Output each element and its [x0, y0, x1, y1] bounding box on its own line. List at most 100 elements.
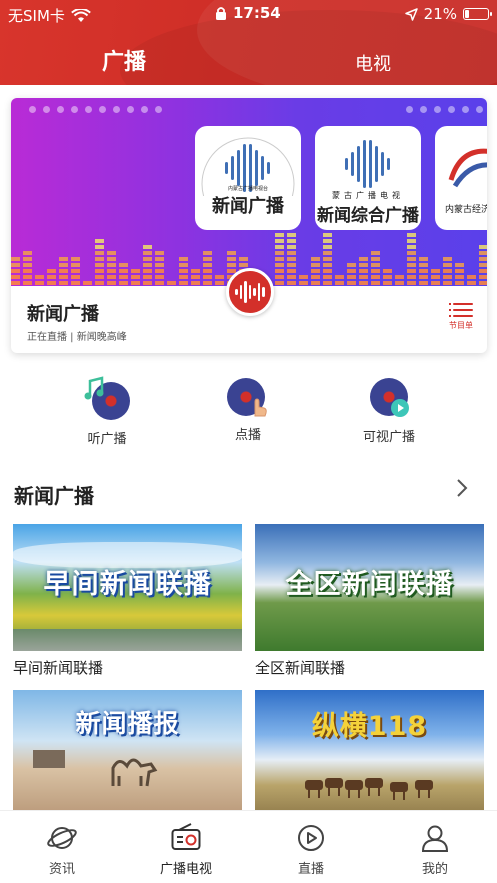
- status-time: 17:54: [233, 4, 281, 22]
- equalizer-bar: [287, 275, 296, 279]
- equalizer-bar: [431, 281, 440, 285]
- nav-item-mine[interactable]: 我的: [395, 823, 475, 877]
- tab-radio[interactable]: 广播: [102, 44, 146, 76]
- station-name: 新闻广播: [27, 304, 99, 325]
- chevron-right-icon[interactable]: [455, 478, 469, 504]
- equalizer-bar: [119, 269, 128, 273]
- equalizer-bar: [479, 245, 487, 249]
- nav-item-radio-tv[interactable]: 广播电视: [146, 823, 226, 877]
- radio-icon: [171, 823, 201, 853]
- equalizer-bar: [119, 275, 128, 279]
- program-title: 全区新闻联播: [255, 659, 346, 677]
- yurt-decoration: [33, 750, 65, 768]
- equalizer-bar: [443, 257, 452, 261]
- equalizer-bar: [119, 281, 128, 285]
- program-card-region-news[interactable]: 全区新闻联播 全区新闻联播: [255, 524, 484, 678]
- equalizer-bar: [383, 275, 392, 279]
- equalizer-bar: [371, 257, 380, 261]
- status-bar: 无SIM卡 17:54 21%: [0, 0, 497, 30]
- schedule-button[interactable]: 节目单: [447, 302, 475, 331]
- equalizer-bar: [95, 245, 104, 249]
- station-status: 正在直播 | 新闻晚高峰: [27, 332, 127, 343]
- equalizer-bar: [95, 263, 104, 267]
- equalizer-bar: [131, 269, 140, 273]
- equalizer-bar: [59, 281, 68, 285]
- equalizer-bar: [287, 257, 296, 261]
- equalizer-bar: [479, 257, 487, 261]
- equalizer-bar: [95, 251, 104, 255]
- tab-tv[interactable]: 电视: [355, 50, 391, 76]
- equalizer-bar: [35, 281, 44, 285]
- station-carousel[interactable]: 内蒙古广播电视台 新闻广播 蒙古广播电视 新闻综合广播 内蒙古经济: [11, 98, 487, 286]
- listen-radio-icon: [82, 376, 132, 420]
- nav-item-news[interactable]: 资讯: [22, 823, 102, 877]
- equalizer-bar: [239, 257, 248, 261]
- equalizer-bar: [419, 263, 428, 267]
- equalizer-bar: [275, 281, 284, 285]
- equalizer-bar: [71, 275, 80, 279]
- quick-entry-label: 点播: [234, 428, 261, 443]
- equalizer-bar: [95, 239, 104, 243]
- nav-item-live[interactable]: 直播: [271, 823, 351, 877]
- quick-entry-visual-radio[interactable]: 可视广播: [344, 376, 434, 445]
- equalizer-bar: [203, 251, 212, 255]
- town-decoration: [13, 629, 242, 651]
- equalizer-bar: [323, 251, 332, 255]
- list-icon: [449, 302, 473, 318]
- station-logo-economy[interactable]: 内蒙古经济: [435, 126, 487, 230]
- quick-entry-on-demand[interactable]: 点播: [203, 376, 293, 443]
- equalizer-bar: [407, 245, 416, 249]
- horses-icon: [305, 778, 433, 800]
- play-live-button[interactable]: [226, 268, 274, 316]
- equalizer-bar: [23, 251, 32, 255]
- equalizer-bar: [131, 275, 140, 279]
- equalizer-bar: [359, 257, 368, 261]
- equalizer-bar: [203, 281, 212, 285]
- equalizer-bar: [299, 281, 308, 285]
- station-logo-news-comprehensive[interactable]: 蒙古广播电视 新闻综合广播: [315, 126, 421, 230]
- equalizer-bar: [479, 269, 487, 273]
- nav-label: 资讯: [48, 862, 75, 877]
- equalizer-bar: [299, 275, 308, 279]
- equalizer-bar: [275, 245, 284, 249]
- equalizer-bar: [323, 263, 332, 267]
- sound-wave-logo-icon: [345, 140, 390, 188]
- equalizer-bar: [287, 245, 296, 249]
- equalizer-bar: [311, 269, 320, 273]
- equalizer-bar: [287, 263, 296, 267]
- equalizer-bar: [479, 263, 487, 267]
- equalizer-bar: [407, 239, 416, 243]
- equalizer-bar: [23, 257, 32, 261]
- equalizer-bar: [479, 251, 487, 255]
- equalizer-bar: [407, 263, 416, 267]
- equalizer-bar: [107, 257, 116, 261]
- equalizer-bar: [359, 263, 368, 267]
- equalizer-bar: [59, 275, 68, 279]
- quick-entry-label: 可视广播: [362, 430, 415, 445]
- equalizer-bar: [155, 281, 164, 285]
- equalizer-bar: [407, 251, 416, 255]
- section-title: 新闻广播: [14, 484, 94, 508]
- equalizer-bar: [155, 263, 164, 267]
- equalizer-bar: [455, 275, 464, 279]
- quick-entry-listen-radio[interactable]: 听广播: [62, 376, 152, 447]
- equalizer-bar: [431, 275, 440, 279]
- visual-radio-icon: [364, 376, 414, 420]
- equalizer-bar: [11, 269, 20, 273]
- equalizer-bar: [311, 275, 320, 279]
- equalizer-bar: [155, 269, 164, 273]
- equalizer-bar: [275, 233, 284, 237]
- equalizer-bar: [443, 281, 452, 285]
- equalizer-bar: [203, 269, 212, 273]
- equalizer-bar: [479, 281, 487, 285]
- live-play-icon: [296, 823, 326, 853]
- equalizer-bar: [95, 269, 104, 273]
- equalizer-bar: [323, 239, 332, 243]
- program-card-morning-news[interactable]: 早间新闻联播 早间新闻联播: [13, 524, 242, 678]
- now-playing-card[interactable]: 内蒙古广播电视台 新闻广播 蒙古广播电视 新闻综合广播 内蒙古经济 新闻广播 正…: [11, 98, 487, 353]
- equalizer-bar: [107, 275, 116, 279]
- station-logo-news-radio[interactable]: 内蒙古广播电视台 新闻广播: [195, 126, 301, 230]
- equalizer-bar: [143, 263, 152, 267]
- equalizer-bar: [107, 269, 116, 273]
- location-arrow-icon: [404, 7, 418, 21]
